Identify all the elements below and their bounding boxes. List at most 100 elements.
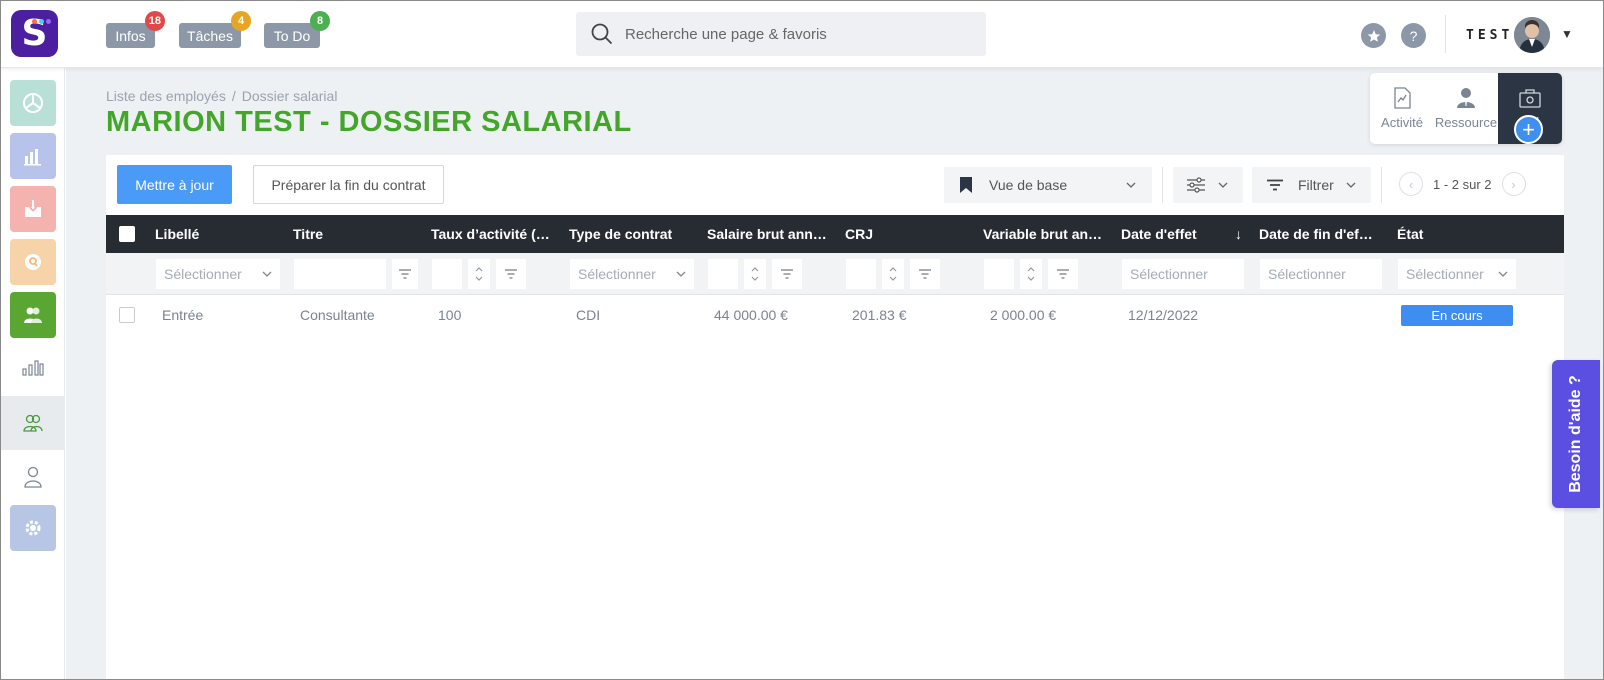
tab-activite[interactable]: Activité bbox=[1370, 73, 1434, 144]
sidebar-item-employees[interactable] bbox=[10, 292, 56, 338]
filter-date-effet-select[interactable]: Sélectionner bbox=[1122, 259, 1244, 289]
column-titre[interactable]: Titre bbox=[284, 215, 422, 253]
number-stepper-icon[interactable] bbox=[744, 259, 766, 289]
page-title: MARION TEST - DOSSIER SALARIAL bbox=[106, 106, 632, 138]
tab-ressource[interactable]: Ressource bbox=[1434, 73, 1498, 144]
filter-taux-input[interactable] bbox=[432, 259, 462, 289]
cell-titre: Consultante bbox=[300, 307, 375, 323]
column-type-contrat[interactable]: Type de contrat bbox=[560, 215, 698, 253]
column-variable[interactable]: Variable brut an… bbox=[974, 215, 1112, 253]
view-selector[interactable]: Vue de base bbox=[944, 167, 1152, 203]
account-caret[interactable]: ▼ bbox=[1561, 27, 1573, 41]
search-input[interactable] bbox=[625, 25, 965, 43]
chevron-down-icon bbox=[1218, 182, 1228, 188]
filter-etat-placeholder: Sélectionner bbox=[1406, 266, 1484, 282]
add-row-button[interactable]: + bbox=[1514, 115, 1543, 144]
person-icon bbox=[24, 466, 42, 488]
toolbar-divider bbox=[1381, 167, 1382, 203]
filter-options-icon[interactable] bbox=[1048, 259, 1078, 289]
favorites-star-icon[interactable] bbox=[1361, 23, 1386, 48]
pagination: ‹ 1 - 2 sur 2 › bbox=[1399, 172, 1526, 196]
tab-activite-label: Activité bbox=[1381, 115, 1423, 130]
select-all-cell bbox=[106, 215, 146, 253]
row-checkbox[interactable] bbox=[119, 307, 135, 323]
top-bar: S Infos 18 Tâches 4 To Do 8 ? TEST ▼ bbox=[1, 1, 1603, 68]
breadcrumb-separator: / bbox=[231, 88, 236, 104]
avatar[interactable] bbox=[1514, 17, 1550, 53]
column-crj[interactable]: CRJ bbox=[836, 215, 974, 253]
prev-page-icon[interactable]: ‹ bbox=[1399, 172, 1423, 196]
sidebar-item-statistics[interactable] bbox=[1, 340, 65, 394]
cell-taux: 100 bbox=[438, 307, 462, 323]
records-panel: Mettre à jour Préparer la fin du contrat… bbox=[106, 155, 1564, 679]
filter-date-fin: Sélectionner bbox=[1250, 253, 1388, 295]
column-salaire[interactable]: Salaire brut ann… bbox=[698, 215, 836, 253]
tab-ressource-label: Ressource bbox=[1434, 115, 1498, 130]
select-all-checkbox[interactable] bbox=[119, 226, 135, 242]
column-date-fin[interactable]: Date de fin d'ef… bbox=[1250, 215, 1388, 253]
filter-type-contrat-select[interactable]: Sélectionner bbox=[570, 259, 694, 289]
stats-bars-icon bbox=[22, 360, 44, 376]
column-taux[interactable]: Taux d’activité (… bbox=[422, 215, 560, 253]
sidebar-item-settings[interactable] bbox=[10, 505, 56, 551]
filter-salaire bbox=[698, 253, 836, 295]
logo-dots bbox=[32, 19, 51, 24]
pagination-text: 1 - 2 sur 2 bbox=[1433, 176, 1492, 192]
users-icon bbox=[24, 307, 42, 323]
hr-briefcase-icon bbox=[1519, 89, 1541, 108]
filter-salaire-input[interactable] bbox=[708, 259, 738, 289]
sidebar-item-search[interactable] bbox=[10, 239, 56, 285]
number-stepper-icon[interactable] bbox=[468, 259, 490, 289]
table-row[interactable]: Entrée Consultante 100 CDI 44 000.00 € 2… bbox=[106, 295, 1564, 335]
sidebar-item-reports[interactable] bbox=[10, 133, 56, 179]
sidebar-item-inbox[interactable] bbox=[10, 186, 56, 232]
filter-titre-input[interactable] bbox=[294, 259, 386, 289]
chevron-down-icon bbox=[1498, 271, 1508, 277]
number-stepper-icon[interactable] bbox=[1020, 259, 1042, 289]
column-etat[interactable]: État bbox=[1388, 215, 1524, 253]
filter-etat-select[interactable]: Sélectionner bbox=[1398, 259, 1516, 289]
infos-label: Infos bbox=[115, 27, 146, 44]
bar-chart-icon bbox=[24, 149, 41, 166]
filter-button[interactable]: Filtrer bbox=[1252, 167, 1371, 203]
app-logo[interactable]: S bbox=[11, 10, 58, 57]
bookmark-icon bbox=[960, 177, 972, 193]
toolbar-divider bbox=[1162, 167, 1163, 203]
breadcrumb-employees-link[interactable]: Liste des employés bbox=[106, 88, 226, 104]
filter-libelle-select[interactable]: Sélectionner bbox=[156, 259, 280, 289]
chevron-down-icon bbox=[262, 271, 272, 277]
filter-etat: Sélectionner bbox=[1388, 253, 1524, 295]
filter-options-icon[interactable] bbox=[496, 259, 526, 289]
filter-crj-input[interactable] bbox=[846, 259, 876, 289]
cell-salaire: 44 000.00 € bbox=[714, 307, 788, 323]
column-settings-button[interactable] bbox=[1173, 167, 1243, 203]
infos-badge: 18 bbox=[144, 11, 165, 31]
help-tab[interactable]: Besoin d'aide ? bbox=[1552, 360, 1600, 508]
todo-button[interactable]: To Do 8 bbox=[264, 11, 330, 48]
infos-button[interactable]: Infos 18 bbox=[106, 11, 165, 48]
filter-options-icon[interactable] bbox=[772, 259, 802, 289]
magnifier-icon bbox=[25, 254, 41, 270]
number-stepper-icon[interactable] bbox=[882, 259, 904, 289]
sort-desc-icon[interactable]: ↓ bbox=[1235, 226, 1242, 242]
update-button[interactable]: Mettre à jour bbox=[117, 165, 232, 204]
sidebar-item-dashboard[interactable] bbox=[10, 80, 56, 126]
chevron-down-icon bbox=[1346, 182, 1356, 188]
status-badge: En cours bbox=[1401, 304, 1513, 326]
next-page-icon[interactable]: › bbox=[1501, 172, 1526, 196]
filter-options-icon[interactable] bbox=[910, 259, 940, 289]
column-libelle[interactable]: Libellé bbox=[146, 215, 284, 253]
taches-label: Tâches bbox=[187, 27, 233, 44]
prepare-contract-end-button[interactable]: Préparer la fin du contrat bbox=[253, 165, 444, 204]
taches-button[interactable]: Tâches 4 bbox=[179, 11, 251, 48]
column-date-effet[interactable]: Date d'effet ↓ bbox=[1112, 215, 1250, 253]
cell-libelle: Entrée bbox=[162, 307, 204, 323]
sidebar-item-profile[interactable] bbox=[1, 450, 65, 504]
sidebar-item-team[interactable] bbox=[1, 396, 65, 450]
filter-crj bbox=[836, 253, 974, 295]
taches-badge: 4 bbox=[231, 11, 251, 31]
filter-date-fin-select[interactable]: Sélectionner bbox=[1260, 259, 1382, 289]
help-icon[interactable]: ? bbox=[1401, 23, 1426, 48]
filter-options-icon[interactable] bbox=[392, 259, 418, 289]
filter-variable-input[interactable] bbox=[984, 259, 1014, 289]
